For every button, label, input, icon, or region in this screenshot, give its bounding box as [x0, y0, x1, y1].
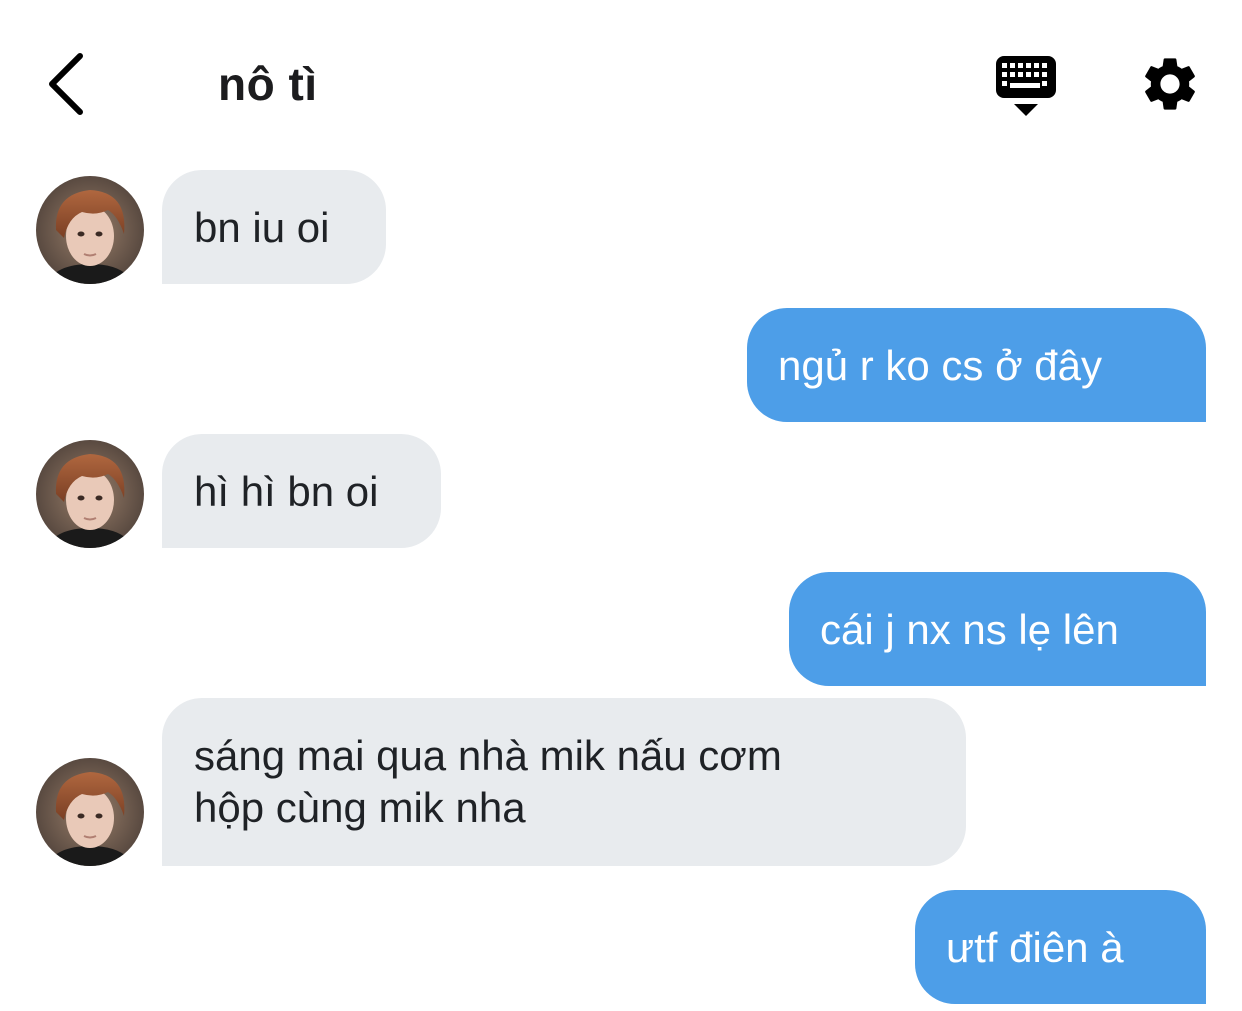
back-button[interactable]	[40, 48, 100, 120]
message-text: hì hì bn oi	[194, 468, 379, 515]
message-text-line: sáng mai qua nhà mik nấu cơm	[194, 732, 782, 779]
message-text: ưtf điên à	[946, 924, 1124, 971]
contact-avatar[interactable]	[36, 176, 144, 284]
message-text: cái j nx ns lẹ lên	[820, 606, 1119, 653]
settings-button[interactable]	[1138, 52, 1202, 116]
chevron-left-icon	[49, 53, 83, 115]
outgoing-message-bubble[interactable]: cái j nx ns lẹ lên	[789, 572, 1206, 686]
chat-title: nô tì	[218, 58, 318, 110]
gear-icon	[1145, 58, 1195, 110]
message-text-line: hộp cùng mik nha	[194, 784, 526, 831]
keyboard-icon	[996, 56, 1056, 116]
contact-avatar[interactable]	[36, 440, 144, 548]
outgoing-message-bubble[interactable]: ưtf điên à	[915, 890, 1206, 1004]
chat-header: nô tì	[0, 0, 1242, 160]
incoming-message-bubble[interactable]: hì hì bn oi	[162, 434, 441, 548]
outgoing-message-bubble[interactable]: ngủ r ko cs ở đây	[747, 308, 1206, 422]
message-text: ngủ r ko cs ở đây	[778, 342, 1103, 389]
keyboard-button[interactable]	[994, 54, 1058, 120]
incoming-message-bubble[interactable]: bn iu oi	[162, 170, 386, 284]
incoming-message-bubble[interactable]: sáng mai qua nhà mik nấu cơm hộp cùng mi…	[162, 698, 966, 866]
message-text: bn iu oi	[194, 204, 330, 251]
contact-avatar[interactable]	[36, 758, 144, 866]
